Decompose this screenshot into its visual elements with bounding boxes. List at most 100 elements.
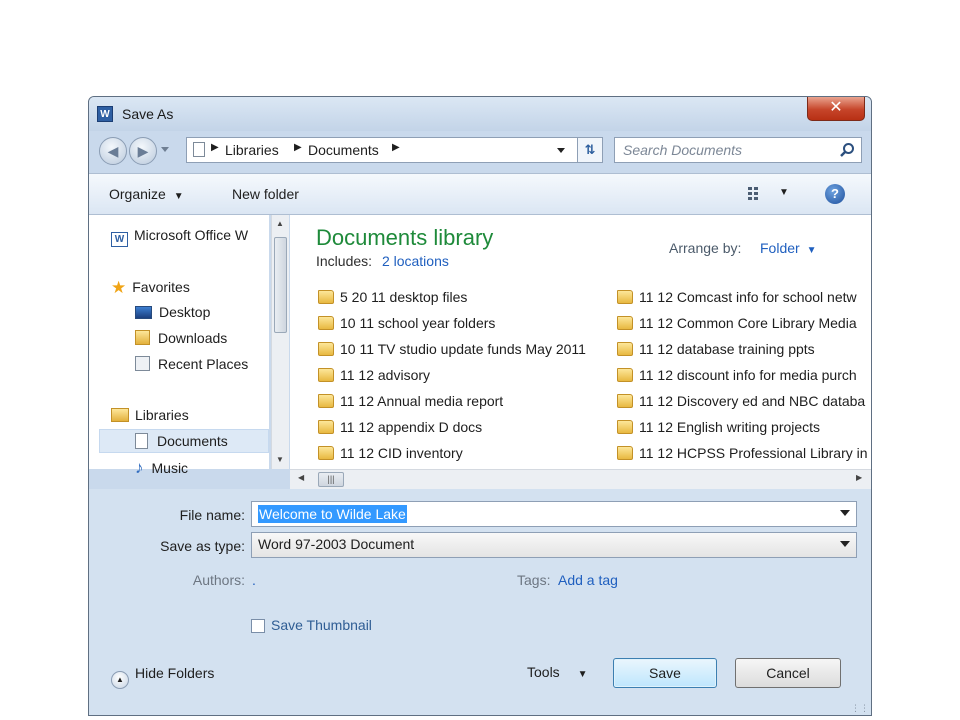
scroll-down-icon[interactable]: ▼ — [276, 455, 284, 464]
folder-icon — [617, 394, 633, 408]
folder-item[interactable]: 10 11 school year folders — [318, 315, 495, 337]
folder-item[interactable]: 11 12 Discovery ed and NBC databa — [617, 393, 865, 415]
save-thumbnail-label[interactable]: Save Thumbnail — [271, 617, 372, 633]
nav-item-label: Microsoft Office W — [134, 227, 249, 243]
folder-icon — [617, 420, 633, 434]
folder-icon — [318, 316, 334, 330]
folder-icon — [617, 316, 633, 330]
back-button[interactable]: ◀ — [99, 137, 127, 165]
help-icon[interactable]: ? — [825, 184, 845, 204]
folder-icon — [318, 446, 334, 460]
file-list-scrollbar[interactable]: ◀ ||| ▶ — [290, 469, 871, 489]
chevron-down-icon: ▼ — [577, 669, 588, 680]
save-button[interactable]: Save — [613, 658, 717, 688]
tools-menu[interactable]: Tools ▼ — [527, 664, 587, 680]
arrange-by-value: Folder — [760, 240, 800, 256]
nav-item-downloads[interactable]: Downloads — [135, 330, 227, 346]
cancel-button[interactable]: Cancel — [735, 658, 841, 688]
breadcrumb-arrow-icon[interactable]: ▶ — [392, 142, 400, 153]
recent-places-icon — [135, 356, 150, 371]
folder-item[interactable]: 11 12 advisory — [318, 367, 430, 389]
folder-icon — [318, 342, 334, 356]
breadcrumb-arrow-icon[interactable]: ▶ — [294, 142, 302, 153]
nav-item-label: Favorites — [132, 279, 190, 295]
scroll-up-icon[interactable]: ▲ — [276, 219, 284, 228]
folder-item[interactable]: 11 12 appendix D docs — [318, 419, 482, 441]
libraries-icon — [111, 408, 129, 422]
breadcrumb-arrow-icon[interactable]: ▶ — [211, 142, 219, 153]
nav-item-favorites[interactable]: ★ Favorites — [111, 278, 190, 298]
nav-item-documents[interactable]: Documents — [135, 433, 228, 449]
library-includes: Includes: 2 locations — [316, 253, 449, 269]
address-bar[interactable]: ▶ Libraries ▶ Documents ▶ — [186, 137, 578, 163]
folder-item[interactable]: 11 12 Common Core Library Media — [617, 315, 857, 337]
authors-value[interactable]: . — [252, 572, 256, 588]
refresh-button[interactable]: ⇅ — [577, 137, 603, 163]
folder-item[interactable]: 5 20 11 desktop files — [318, 289, 467, 311]
folder-name: 11 12 database training ppts — [639, 341, 815, 357]
file-list-scrollbar-thumb[interactable]: ||| — [318, 472, 344, 487]
scroll-right-icon[interactable]: ▶ — [856, 473, 862, 482]
word-app-icon: W — [97, 106, 113, 122]
folder-name: 11 12 English writing projects — [639, 419, 821, 435]
resize-grip-icon[interactable]: ⋮⋮ — [851, 703, 869, 714]
save-type-dropdown-icon[interactable] — [840, 541, 850, 547]
address-history-dropdown-icon[interactable] — [557, 148, 565, 153]
folder-icon — [318, 290, 334, 304]
folder-name: 11 12 appendix D docs — [340, 419, 483, 435]
add-tag-link[interactable]: Add a tag — [558, 572, 618, 588]
nav-item-desktop[interactable]: Desktop — [135, 304, 210, 320]
nav-item-label: Music — [151, 460, 189, 476]
scroll-left-icon[interactable]: ◀ — [298, 473, 304, 482]
recent-pages-dropdown-icon[interactable] — [161, 147, 169, 152]
navigation-pane: W Microsoft Office W ★ Favorites Desktop D… — [89, 215, 269, 477]
nav-scrollbar[interactable]: ▲ ▼ — [271, 215, 289, 469]
title-bar: W Save As ✕ — [89, 97, 871, 131]
arrange-by-dropdown[interactable]: Folder ▼ — [760, 240, 816, 256]
folder-item[interactable]: 11 12 Annual media report — [318, 393, 503, 415]
nav-item-label: Recent Places — [158, 356, 249, 372]
nav-item-label: Documents — [157, 433, 228, 449]
folder-name: 11 12 Common Core Library Media — [639, 315, 857, 331]
folder-item[interactable]: 11 12 database training ppts — [617, 341, 815, 363]
save-options-panel: File name: Welcome to Wilde Lake Save as… — [89, 489, 871, 715]
nav-item-music[interactable]: ♪ Music — [135, 458, 188, 478]
organize-menu[interactable]: Organize ▼ — [109, 186, 184, 202]
breadcrumb-documents[interactable]: Documents — [308, 142, 379, 158]
search-input[interactable] — [623, 141, 823, 159]
library-title: Documents library — [316, 225, 494, 250]
nav-item-label: Desktop — [159, 304, 211, 320]
folder-item[interactable]: 11 12 HCPSS Professional Library in — [617, 445, 868, 467]
save-thumbnail-checkbox[interactable] — [251, 619, 265, 633]
nav-item-libraries[interactable]: Libraries — [111, 407, 189, 423]
new-folder-button[interactable]: New folder — [232, 186, 299, 202]
breadcrumb-libraries[interactable]: Libraries — [225, 142, 279, 158]
folder-name: 11 12 Discovery ed and NBC databa — [639, 393, 866, 409]
nav-item-recent-places[interactable]: Recent Places — [135, 356, 248, 372]
view-dropdown-icon[interactable]: ▼ — [779, 187, 789, 198]
folder-item[interactable]: 11 12 Comcast info for school netw — [617, 289, 857, 311]
save-type-select[interactable]: Word 97-2003 Document — [251, 532, 857, 558]
folder-name: 11 12 HCPSS Professional Library in — [639, 445, 868, 461]
file-name-dropdown-icon[interactable] — [840, 510, 850, 516]
folder-item[interactable]: 10 11 TV studio update funds May 2011 — [318, 341, 586, 363]
forward-button[interactable]: ▶ — [129, 137, 157, 165]
documents-icon — [135, 433, 148, 449]
includes-label: Includes: — [316, 253, 373, 269]
folder-item[interactable]: 11 12 English writing projects — [617, 419, 820, 441]
arrange-by-label: Arrange by: — [669, 240, 742, 256]
nav-item-microsoft-office[interactable]: W Microsoft Office W — [111, 227, 248, 247]
hide-folders-button[interactable]: ▲ Hide Folders — [111, 665, 214, 689]
nav-scrollbar-thumb[interactable] — [274, 237, 287, 333]
folder-item[interactable]: 11 12 discount info for media purch — [617, 367, 857, 389]
folder-name: 11 12 advisory — [340, 367, 431, 383]
hide-folders-label: Hide Folders — [135, 665, 215, 681]
tags-label: Tags: — [517, 572, 551, 588]
nav-item-label: Libraries — [135, 407, 189, 423]
view-options-icon[interactable] — [747, 185, 767, 203]
folder-item[interactable]: 11 12 CID inventory — [318, 445, 463, 467]
chevron-down-icon: ▼ — [173, 191, 184, 202]
locations-link[interactable]: 2 locations — [382, 253, 449, 269]
close-button[interactable]: ✕ — [807, 97, 865, 121]
search-icon[interactable] — [839, 142, 855, 158]
